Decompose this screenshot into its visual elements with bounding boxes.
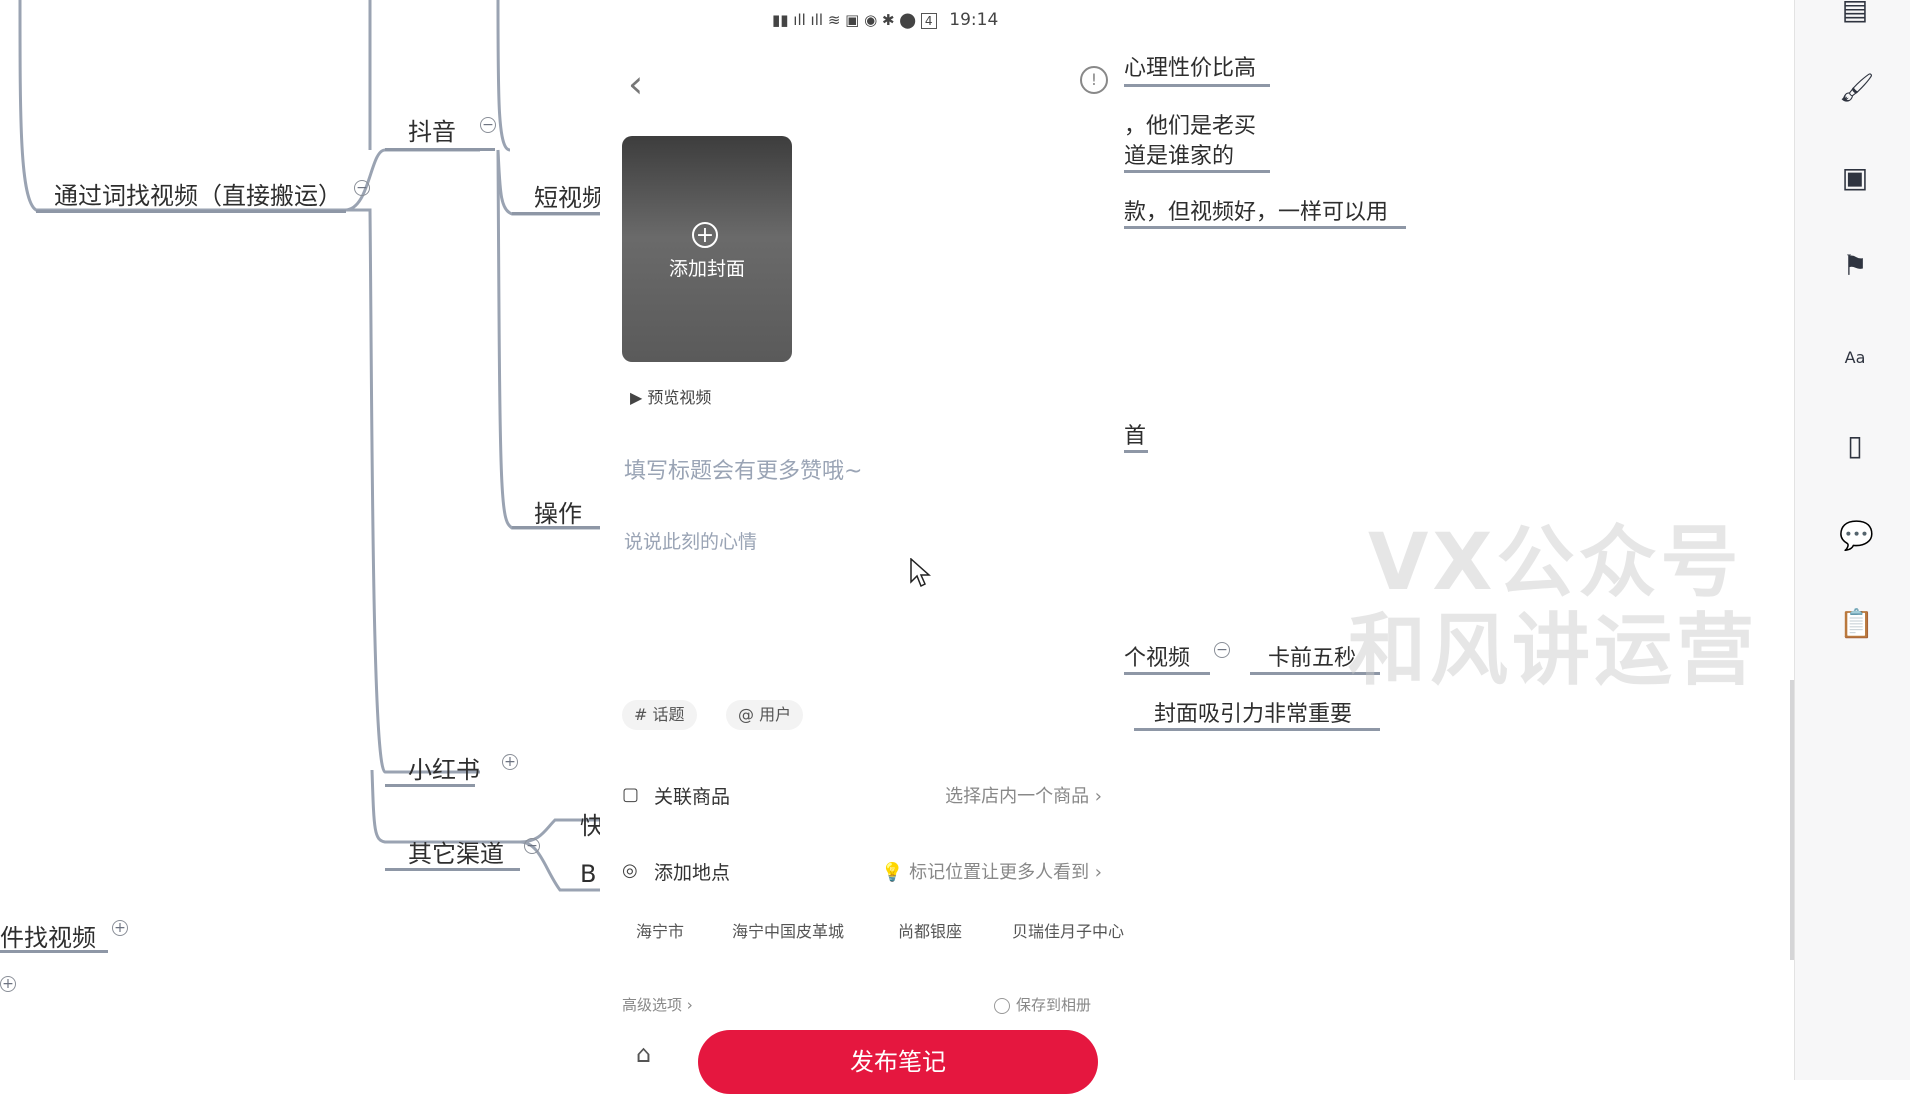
mindmap-fragment: 道是谁家的 xyxy=(1124,144,1235,169)
info-icon[interactable]: ! xyxy=(1080,66,1108,94)
back-icon[interactable]: ‹ xyxy=(628,62,643,106)
text-style-icon[interactable]: Aa xyxy=(1839,342,1871,374)
location-suggestion[interactable]: 海宁市 xyxy=(636,918,684,942)
node-underline xyxy=(36,210,346,213)
user-chip[interactable]: @ 用户 xyxy=(726,700,804,730)
play-icon: ▶ xyxy=(630,388,643,407)
add-location-row[interactable]: ◎ 添加地点 💡 标记位置让更多人看到 › xyxy=(622,852,1102,888)
layout-icon[interactable]: ▤ xyxy=(1839,0,1871,26)
add-cover-tile[interactable]: + 添加封面 xyxy=(622,136,792,362)
description-input[interactable] xyxy=(622,530,1106,554)
collapse-icon[interactable] xyxy=(354,180,370,196)
preview-video-label: 预览视频 xyxy=(647,388,712,407)
mindmap-fragment: 首 xyxy=(1124,424,1147,449)
node-underline xyxy=(385,868,520,871)
mindmap-fragment: 封面吸引力非常重要 xyxy=(1154,702,1353,727)
collapse-icon[interactable] xyxy=(1214,642,1230,658)
mindmap-fragment: 卡前五秒 xyxy=(1268,646,1357,671)
link-product-hint: 选择店内一个商品 › xyxy=(945,786,1102,807)
add-location-hint: 💡 标记位置让更多人看到 › xyxy=(880,862,1102,883)
mindmap-node-xiaohongshu[interactable]: 小红书 xyxy=(408,750,480,785)
mindmap-node-other[interactable]: 其它渠道 xyxy=(408,834,504,869)
draft-box-icon[interactable]: ⌂ xyxy=(636,1040,651,1068)
brush-icon[interactable]: 🖌 xyxy=(1839,72,1875,104)
collapse-icon[interactable] xyxy=(480,117,496,133)
preview-video-button[interactable]: ▶ 预览视频 xyxy=(630,384,711,408)
node-underline xyxy=(1124,672,1210,675)
link-product-row[interactable]: ▢ 关联商品 选择店内一个商品 › xyxy=(622,776,1102,812)
radio-icon xyxy=(994,997,1010,1014)
add-location-label: 添加地点 xyxy=(654,862,731,884)
image-icon[interactable]: ▣ xyxy=(1839,162,1871,194)
comment-icon[interactable]: 💬 xyxy=(1839,520,1874,552)
right-toolbar: ▤ 🖌 ▣ ⚑ Aa ▯ 💬 📋 xyxy=(1794,0,1910,1080)
document-icon[interactable]: ▯ xyxy=(1839,430,1871,462)
flag-icon[interactable]: ⚑ xyxy=(1839,250,1871,282)
mouse-cursor-icon xyxy=(910,558,931,588)
expand-icon[interactable] xyxy=(502,754,518,770)
status-bar: ▮▮ ıll ıll ≋ ▣ ◉ ✱ ⬤ 4 19:14 xyxy=(772,10,998,30)
mindmap-node-b[interactable]: B xyxy=(580,860,596,888)
mindmap-node-operation[interactable]: 操作 xyxy=(534,494,582,529)
node-underline xyxy=(0,950,108,953)
node-underline xyxy=(385,148,495,151)
mindmap-node-douyin[interactable]: 抖音 xyxy=(408,112,456,147)
title-input[interactable] xyxy=(622,458,1106,485)
advanced-options-link[interactable]: 高级选项 › xyxy=(622,994,693,1015)
publish-button[interactable]: 发布笔记 xyxy=(698,1030,1098,1094)
clipboard-icon[interactable]: 📋 xyxy=(1839,608,1874,640)
node-underline xyxy=(385,784,475,787)
status-time: 19:14 xyxy=(949,10,999,30)
node-underline xyxy=(512,526,600,529)
add-cover-label: 添加封面 xyxy=(668,258,745,280)
mindmap-node-main[interactable]: 通过词找视频（直接搬运） xyxy=(54,176,342,211)
location-suggestion[interactable]: 贝瑞佳月子中心 xyxy=(1012,918,1124,942)
mindmap-node-short-video[interactable]: 短视频 xyxy=(534,178,606,213)
link-product-label: 关联商品 xyxy=(654,786,731,808)
mindmap-fragment: 个视频 xyxy=(1124,646,1191,671)
topic-chip[interactable]: # 话题 xyxy=(622,700,697,730)
mindmap-fragment: 款，但视频好，一样可以用 xyxy=(1124,200,1389,225)
mindmap-fragment: 心理性价比高 xyxy=(1124,56,1257,81)
mindmap-fragment: ，他们是老买 xyxy=(1124,114,1257,139)
phone-screen: ▮▮ ıll ıll ≋ ▣ ◉ ✱ ⬤ 4 19:14 ‹ ! + 添加封面 … xyxy=(600,0,1124,1094)
location-suggestion[interactable]: 海宁中国皮革城 xyxy=(732,918,844,942)
battery-icon: 4 xyxy=(920,13,937,29)
collapse-icon[interactable] xyxy=(524,838,540,854)
node-underline xyxy=(1124,226,1406,229)
watermark-line2: 和风讲运营 xyxy=(1348,606,1759,696)
save-to-album-toggle[interactable]: 保存到相册 xyxy=(994,994,1091,1015)
signal-icon: ▮▮ ıll ıll ≋ ▣ ◉ ✱ ⬤ xyxy=(772,11,917,29)
bag-icon: ▢ xyxy=(622,784,640,805)
node-underline xyxy=(1124,84,1270,87)
plus-icon: + xyxy=(692,222,718,248)
location-suggestion[interactable]: 尚都银座 xyxy=(898,918,962,942)
node-underline xyxy=(1124,450,1148,453)
location-pin-icon: ◎ xyxy=(622,860,638,881)
node-underline xyxy=(1134,728,1380,731)
node-underline xyxy=(512,212,600,215)
expand-icon[interactable] xyxy=(0,976,16,992)
mindmap-node-find-by-file[interactable]: 件找视频 xyxy=(0,918,96,953)
node-underline xyxy=(1124,170,1270,173)
expand-icon[interactable] xyxy=(112,920,128,936)
